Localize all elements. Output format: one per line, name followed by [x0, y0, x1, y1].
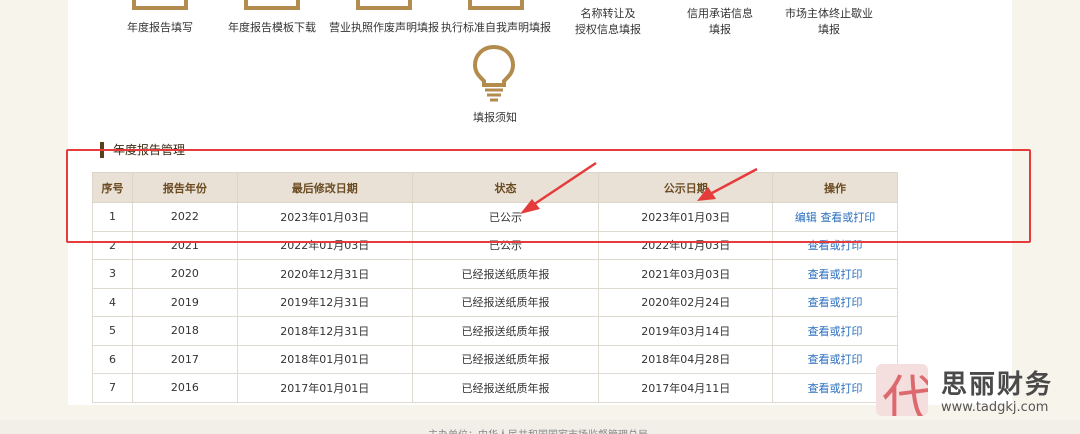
- cell-no: 1: [92, 202, 133, 232]
- view-print-link[interactable]: 查看或打印: [808, 268, 863, 281]
- tile-icon-frame[interactable]: [244, 0, 300, 10]
- cell-year: 2021: [131, 230, 238, 260]
- tile-label-4[interactable]: 执行标准自我声明填报: [436, 20, 556, 36]
- cell-no: 4: [92, 287, 133, 317]
- col-header-year: 报告年份: [131, 172, 238, 203]
- cell-pub-date: 2017年04月11日: [598, 373, 774, 403]
- cell-modified: 2023年01月03日: [236, 202, 413, 232]
- col-header-pub-date: 公示日期: [598, 172, 774, 203]
- cell-ops: 查看或打印: [772, 287, 898, 317]
- tile-label-5[interactable]: 名称转让及 授权信息填报: [548, 6, 668, 38]
- cell-ops: 编辑 查看或打印: [772, 202, 898, 232]
- table-row: 6 2017 2018年01月01日 已经报送纸质年报 2018年04月28日 查看或打印: [92, 344, 898, 374]
- view-print-link[interactable]: 查看或打印: [808, 325, 863, 338]
- watermark-url: www.tadgkj.com: [941, 400, 1049, 415]
- col-header-ops: 操作: [772, 172, 898, 203]
- col-header-status: 状态: [411, 172, 600, 203]
- cell-status: 已经报送纸质年报: [411, 316, 600, 346]
- cell-pub-date: 2022年01月03日: [598, 230, 774, 260]
- table-row: 4 2019 2019年12月31日 已经报送纸质年报 2020年02月24日 查看或打印: [92, 287, 898, 317]
- view-print-link[interactable]: 查看或打印: [808, 382, 863, 395]
- cell-status: 已经报送纸质年报: [411, 287, 600, 317]
- view-print-link[interactable]: 查看或打印: [808, 239, 863, 252]
- cell-ops: 查看或打印: [772, 316, 898, 346]
- table-row: 3 2020 2020年12月31日 已经报送纸质年报 2021年03月03日 查看或打印: [92, 259, 898, 289]
- cell-status: 已公示: [411, 230, 600, 260]
- cell-year: 2016: [131, 373, 238, 403]
- table-row: 1 2022 2023年01月03日 已公示 2023年01月03日 编辑 查看或打印: [92, 202, 898, 232]
- lightbulb-icon[interactable]: [472, 44, 516, 102]
- footer-text: 主办单位：中华人民共和国国家市场监督管理总局: [428, 426, 648, 434]
- watermark-char: 代: [882, 371, 928, 416]
- cell-modified: 2017年01月01日: [236, 373, 413, 403]
- view-print-link[interactable]: 查看或打印: [808, 296, 863, 309]
- cell-status: 已公示: [411, 202, 600, 232]
- cell-no: 6: [92, 344, 133, 374]
- cell-modified: 2018年12月31日: [236, 316, 413, 346]
- notice-label[interactable]: 填报须知: [460, 109, 530, 125]
- col-header-modified: 最后修改日期: [236, 172, 413, 203]
- cell-year: 2017: [131, 344, 238, 374]
- tile-label-3[interactable]: 营业执照作废声明填报: [324, 20, 444, 36]
- cell-year: 2018: [131, 316, 238, 346]
- tile-label-7[interactable]: 市场主体终止歇业 填报: [769, 6, 889, 38]
- cell-no: 5: [92, 316, 133, 346]
- cell-modified: 2020年12月31日: [236, 259, 413, 289]
- cell-pub-date: 2020年02月24日: [598, 287, 774, 317]
- cell-ops: 查看或打印: [772, 230, 898, 260]
- table-header-row: 序号 报告年份 最后修改日期 状态 公示日期 操作: [92, 172, 898, 203]
- cell-no: 3: [92, 259, 133, 289]
- section-marker: [100, 142, 104, 158]
- cell-modified: 2018年01月01日: [236, 344, 413, 374]
- tile-label-1[interactable]: 年度报告填写: [100, 20, 220, 36]
- cell-modified: 2022年01月03日: [236, 230, 413, 260]
- cell-year: 2020: [131, 259, 238, 289]
- cell-pub-date: 2023年01月03日: [598, 202, 774, 232]
- tile-label-2[interactable]: 年度报告模板下载: [212, 20, 332, 36]
- tile-label-6[interactable]: 信用承诺信息 填报: [660, 6, 780, 38]
- cell-pub-date: 2019年03月14日: [598, 316, 774, 346]
- table-body: 1 2022 2023年01月03日 已公示 2023年01月03日 编辑 查看或打印 2 2…: [92, 202, 898, 403]
- tile-icon-frame[interactable]: [132, 0, 188, 10]
- cell-no: 7: [92, 373, 133, 403]
- cell-year: 2019: [131, 287, 238, 317]
- edit-link[interactable]: 编辑: [795, 211, 817, 224]
- watermark-name: 思丽财务: [941, 370, 1054, 400]
- cell-no: 2: [92, 230, 133, 260]
- table-row: 5 2018 2018年12月31日 已经报送纸质年报 2019年03月14日 查看或打印: [92, 316, 898, 346]
- annual-report-table: 序号 报告年份 最后修改日期 状态 公示日期 操作 1 2022 2023年01月0…: [92, 172, 898, 403]
- table-row: 2 2021 2022年01月03日 已公示 2022年01月03日 查看或打印: [92, 230, 898, 260]
- col-header-no: 序号: [92, 172, 133, 203]
- watermark-logo: 代: [876, 364, 928, 416]
- cell-pub-date: 2021年03月03日: [598, 259, 774, 289]
- section-title: 年度报告管理: [113, 143, 186, 157]
- view-print-link[interactable]: 查看或打印: [808, 353, 863, 366]
- cell-status: 已经报送纸质年报: [411, 344, 600, 374]
- cell-status: 已经报送纸质年报: [411, 373, 600, 403]
- tile-icon-frame[interactable]: [468, 0, 524, 10]
- cell-status: 已经报送纸质年报: [411, 259, 600, 289]
- cell-ops: 查看或打印: [772, 259, 898, 289]
- view-print-link[interactable]: 查看或打印: [820, 211, 875, 224]
- cell-year: 2022: [131, 202, 238, 232]
- cell-pub-date: 2018年04月28日: [598, 344, 774, 374]
- table-row: 7 2016 2017年01月01日 已经报送纸质年报 2017年04月11日 查看或打印: [92, 373, 898, 403]
- cell-modified: 2019年12月31日: [236, 287, 413, 317]
- tile-icon-frame[interactable]: [356, 0, 412, 10]
